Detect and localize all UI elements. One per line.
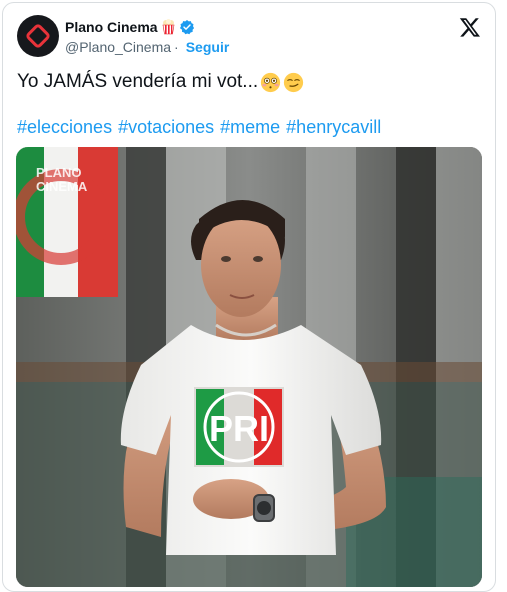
hashtag-link[interactable]: #henrycavill (286, 117, 381, 138)
plano-cinema-logo-icon (26, 24, 50, 48)
shirt-logo-text: PRI (209, 408, 269, 449)
photo-man-in-pri-shirt: PLANO CINEMA PRI (16, 147, 482, 587)
follow-button[interactable]: Seguir (186, 39, 230, 55)
watermark-line1: PLANO (36, 165, 82, 180)
user-handle[interactable]: @Plano_Cinema (65, 39, 171, 55)
x-logo-icon[interactable] (459, 16, 481, 38)
hashtag-link[interactable]: #votaciones (118, 117, 214, 138)
handle-row: @Plano_Cinema · Seguir (65, 39, 229, 55)
display-name[interactable]: Plano Cinema (65, 19, 158, 35)
tweet-media-image[interactable]: PLANO CINEMA PRI (16, 147, 482, 587)
hashtag-list: #elecciones #votaciones #meme #henrycavi… (17, 117, 381, 138)
tweet-card[interactable]: Plano Cinema @Plano_Cinema · Seguir Yo J… (2, 2, 496, 592)
tweet-text: Yo JAMÁS vendería mi vot... (17, 71, 304, 93)
popcorn-icon (162, 19, 174, 35)
avatar[interactable] (17, 15, 59, 57)
smirking-face-emoji (284, 72, 304, 92)
hashtag-link[interactable]: #elecciones (17, 117, 112, 138)
verified-badge-icon (179, 20, 194, 35)
flushed-face-emoji (261, 72, 281, 92)
watermark-line2: CINEMA (36, 179, 88, 194)
hashtag-link[interactable]: #meme (220, 117, 280, 138)
author-name-row: Plano Cinema (65, 19, 195, 35)
tweet-body: Yo JAMÁS vendería mi vot... (17, 71, 259, 92)
separator-dot: · (174, 39, 179, 55)
